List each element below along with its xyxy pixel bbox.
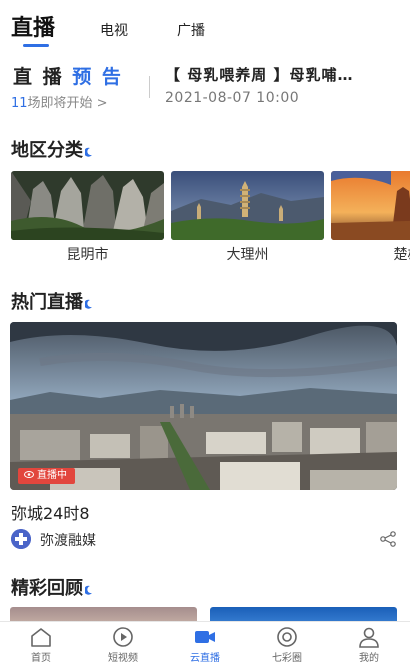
nav-qicai-circle[interactable]: 七彩圈	[246, 622, 328, 662]
hot-live-thumbnail[interactable]	[10, 322, 397, 490]
region-image-dali	[171, 171, 324, 240]
nav-cloud-live-label: 云直播	[190, 653, 220, 662]
region-label-chuxiong: 楚雄	[393, 247, 410, 263]
region-card-dali[interactable]: 大理州	[171, 171, 324, 264]
upcoming-count-number: 11	[11, 96, 28, 111]
share-icon[interactable]	[379, 531, 397, 547]
nav-home-label: 首页	[31, 653, 51, 662]
source-name: 弥渡融媒	[40, 533, 96, 549]
region-image-kunming	[11, 171, 164, 240]
region-card-chuxiong[interactable]: 楚雄	[331, 171, 410, 264]
live-status-text: 直播中	[37, 470, 67, 481]
region-label-kunming: 昆明市	[66, 247, 109, 263]
live-preview-title-b: 预 告	[72, 66, 123, 88]
tab-live-label: 直播	[11, 16, 56, 41]
divider	[149, 76, 150, 98]
tab-live[interactable]: 直播	[11, 10, 56, 47]
nav-cloud-live[interactable]: 云直播	[164, 622, 246, 662]
nav-qicai-circle-label: 七彩圈	[272, 653, 302, 662]
top-tab-bar: 直播 电视 广播	[0, 0, 410, 56]
tab-radio[interactable]: 广播	[177, 20, 205, 40]
hot-live-title[interactable]: 弥城24时8	[11, 500, 90, 524]
review-section-heading: 精彩回顾	[11, 574, 93, 600]
live-preview-block: 直 播 预 告 11场即将开始 > 【 母乳喂养周 】母乳哺… 2021-08-…	[0, 58, 410, 118]
live-preview-title-a: 直 播	[13, 66, 73, 88]
live-status-badge: 直播中	[18, 468, 75, 484]
upcoming-count-text: 场即将开始 >	[27, 96, 108, 111]
hot-live-section-heading: 热门直播	[11, 288, 93, 314]
region-section-heading: 地区分类	[11, 136, 93, 162]
upcoming-program-title[interactable]: 【 母乳喂养周 】母乳哺…	[165, 64, 410, 85]
region-label-dali: 大理州	[226, 247, 269, 263]
moon-icon	[85, 299, 92, 309]
nav-short-video-label: 短视频	[108, 653, 138, 662]
tab-tv[interactable]: 电视	[100, 20, 128, 40]
upcoming-count-link[interactable]: 11场即将开始 >	[11, 92, 108, 111]
nav-mine-label: 我的	[359, 653, 379, 662]
nav-home[interactable]: 首页	[0, 622, 82, 662]
circle-icon	[277, 627, 297, 647]
eye-icon	[24, 471, 34, 478]
moon-icon	[85, 147, 92, 157]
region-card-kunming[interactable]: 昆明市	[11, 171, 164, 264]
source-logo-icon	[11, 529, 31, 549]
active-tab-indicator	[23, 44, 49, 47]
user-icon	[359, 627, 379, 648]
camera-icon	[195, 631, 215, 643]
upcoming-program-time: 2021-08-07 10:00	[165, 90, 300, 106]
nav-mine[interactable]: 我的	[328, 622, 410, 662]
home-icon	[31, 628, 51, 647]
live-preview-title: 直 播 预 告	[13, 62, 123, 89]
play-icon	[113, 627, 133, 647]
region-image-chuxiong	[331, 171, 410, 240]
bottom-navigation: 首页 短视频 云直播 七彩圈 我的	[0, 621, 410, 662]
region-list: 昆明市 大理州 楚	[0, 171, 410, 271]
region-heading-text: 地区分类	[11, 140, 83, 161]
moon-icon	[85, 585, 92, 595]
review-heading-text: 精彩回顾	[11, 578, 83, 599]
nav-short-video[interactable]: 短视频	[82, 622, 164, 662]
hot-live-heading-text: 热门直播	[11, 292, 83, 313]
